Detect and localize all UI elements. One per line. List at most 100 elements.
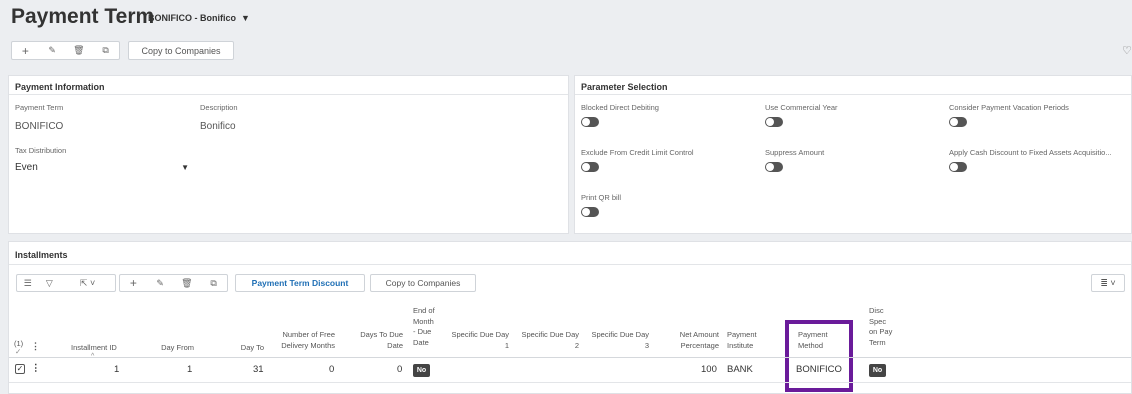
panel-title: Parameter Selection (581, 82, 668, 92)
column-specific-due-day-3[interactable]: Specific Due Day 3 (581, 330, 649, 351)
row-divider (9, 382, 1131, 383)
header-line: Spec (869, 316, 887, 326)
header-line: Specific Due Day (591, 330, 649, 339)
installments-panel: Installments ☰ ▽ ⇱ ˅ + ✎ 🗑 ⧉ Payment Ter… (8, 241, 1132, 394)
column-day-from[interactable]: Day From (154, 343, 194, 354)
header-line: 1 (504, 340, 509, 350)
panel-title: Installments (15, 250, 68, 260)
filter-icon[interactable]: ▽ (39, 275, 61, 291)
add-icon[interactable]: + (12, 42, 39, 59)
description-label: Description (200, 103, 238, 112)
header-line: 3 (644, 340, 649, 350)
table-row[interactable]: ✓ ⋮ 1 1 31 0 0 No 100 BANK BONIFICO No (9, 359, 1131, 381)
exclude-credit-limit-toggle[interactable] (581, 162, 599, 172)
copy-to-companies-button[interactable]: Copy to Companies (128, 41, 234, 60)
column-payment-method[interactable]: Payment Method (798, 330, 828, 351)
edit-icon[interactable]: ✎ (147, 275, 174, 291)
add-icon[interactable]: + (120, 275, 147, 291)
suppress-amount-toggle[interactable] (765, 162, 783, 172)
copy-to-companies-button[interactable]: Copy to Companies (370, 274, 476, 292)
cell-days-to-due-date: 0 (397, 364, 403, 375)
column-specific-due-day-1[interactable]: Specific Due Day 1 (441, 330, 509, 351)
cell-payment-institute: BANK (727, 364, 753, 375)
check-icon: ✓ (15, 347, 22, 356)
column-payment-institute[interactable]: Payment Institute (727, 330, 757, 351)
header-line: on Pay (869, 327, 893, 336)
cell-payment-method: BONIFICO (796, 364, 842, 375)
table-edit-toolbar: + ✎ 🗑 ⧉ (119, 274, 228, 292)
header-line: Specific Due Day (451, 330, 509, 339)
column-free-delivery-months[interactable]: Number of Free Delivery Months (265, 330, 335, 351)
more-vertical-icon[interactable]: ⋮ (31, 341, 40, 352)
row-checkbox[interactable]: ✓ (15, 364, 25, 374)
header-line: Percentage (680, 340, 719, 350)
page-title: Payment Term (11, 5, 155, 28)
cell-end-of-month-badge: No (413, 364, 430, 377)
cell-free-delivery-months: 0 (329, 364, 335, 375)
payment-term-value[interactable]: BONIFICO (15, 121, 63, 132)
header-line: Month (413, 316, 434, 326)
blocked-direct-debiting-toggle[interactable] (581, 117, 599, 127)
header-line: End of (413, 306, 435, 315)
cell-installment-id: 1 (114, 364, 120, 375)
column-days-to-due-date[interactable]: Days To Due Date (345, 330, 403, 351)
payment-information-panel: Payment Information Payment Term BONIFIC… (8, 75, 569, 234)
column-end-of-month[interactable]: End of Month - Due Date (413, 306, 435, 348)
cell-day-from: 1 (187, 364, 193, 375)
column-specific-due-day-2[interactable]: Specific Due Day 2 (511, 330, 579, 351)
blocked-direct-debiting-label: Blocked Direct Debiting (581, 103, 659, 112)
delete-icon[interactable]: 🗑 (174, 275, 201, 291)
header-line: Date (387, 340, 403, 350)
consider-vacation-periods-label: Consider Payment Vacation Periods (949, 103, 1069, 112)
duplicate-icon[interactable]: ⧉ (200, 275, 227, 291)
panel-title: Payment Information (15, 82, 105, 92)
favorite-heart-icon[interactable]: ♡ (1122, 44, 1132, 57)
payment-term-discount-button[interactable]: Payment Term Discount (235, 274, 365, 292)
parameter-selection-panel: Parameter Selection Blocked Direct Debit… (574, 75, 1132, 234)
column-net-amount-percentage[interactable]: Net Amount Percentage (661, 330, 719, 351)
header-line: Specific Due Day (521, 330, 579, 339)
header-line: Disc (869, 306, 884, 315)
columns-icon: ≣ ˅ (1100, 277, 1116, 288)
tax-distribution-label: Tax Distribution (15, 146, 67, 155)
header-line: Institute (727, 340, 754, 350)
delete-icon[interactable]: 🗑 (66, 42, 93, 59)
column-settings-button[interactable]: ≣ ˅ (1091, 274, 1125, 292)
apply-cash-discount-toggle[interactable] (949, 162, 967, 172)
list-icon[interactable]: ☰ (17, 275, 39, 291)
header-line: - Due (413, 327, 432, 336)
tax-distribution-value: Even (15, 162, 38, 173)
apply-cash-discount-label: Apply Cash Discount to Fixed Assets Acqu… (949, 148, 1112, 157)
caret-down-icon: ▼ (181, 163, 189, 172)
print-qr-bill-label: Print QR bill (581, 193, 622, 202)
payment-term-label: Payment Term (15, 103, 64, 112)
header-line: Days To Due (360, 330, 403, 339)
column-day-to[interactable]: Day To (224, 343, 264, 354)
row-more-icon[interactable]: ⋮ (31, 363, 41, 374)
consider-vacation-periods-toggle[interactable] (949, 117, 967, 127)
header-line: Payment (727, 330, 757, 339)
header-line: Number of Free (282, 330, 335, 339)
edit-icon[interactable]: ✎ (39, 42, 66, 59)
description-value[interactable]: Bonifico (200, 121, 236, 132)
header-divider (9, 357, 1131, 358)
use-commercial-year-toggle[interactable] (765, 117, 783, 127)
print-qr-bill-toggle[interactable] (581, 207, 599, 217)
header-line: Net Amount (679, 330, 719, 339)
export-icon[interactable]: ⇱ ˅ (60, 275, 115, 291)
header-line: 2 (574, 340, 579, 350)
record-toolbar: + ✎ 🗑 ⧉ (11, 41, 120, 60)
column-disc-spec-on-pay-term[interactable]: Disc Spec on Pay Term (869, 306, 892, 348)
caret-down-icon: ▼ (241, 13, 250, 23)
suppress-amount-label: Suppress Amount (765, 148, 825, 157)
exclude-credit-limit-label: Exclude From Credit Limit Control (581, 148, 694, 157)
cell-disc-spec-badge: No (869, 364, 886, 377)
tax-distribution-select[interactable]: Even ▼ (15, 161, 191, 177)
header-line: Delivery Months (281, 340, 335, 350)
header-line: Payment (798, 330, 828, 339)
record-selector[interactable]: BONIFICO - Bonifico ▼ (148, 13, 250, 23)
cell-day-to: 31 (253, 364, 264, 375)
header-line: Method (798, 340, 824, 350)
use-commercial-year-label: Use Commercial Year (765, 103, 838, 112)
duplicate-icon[interactable]: ⧉ (92, 42, 119, 59)
